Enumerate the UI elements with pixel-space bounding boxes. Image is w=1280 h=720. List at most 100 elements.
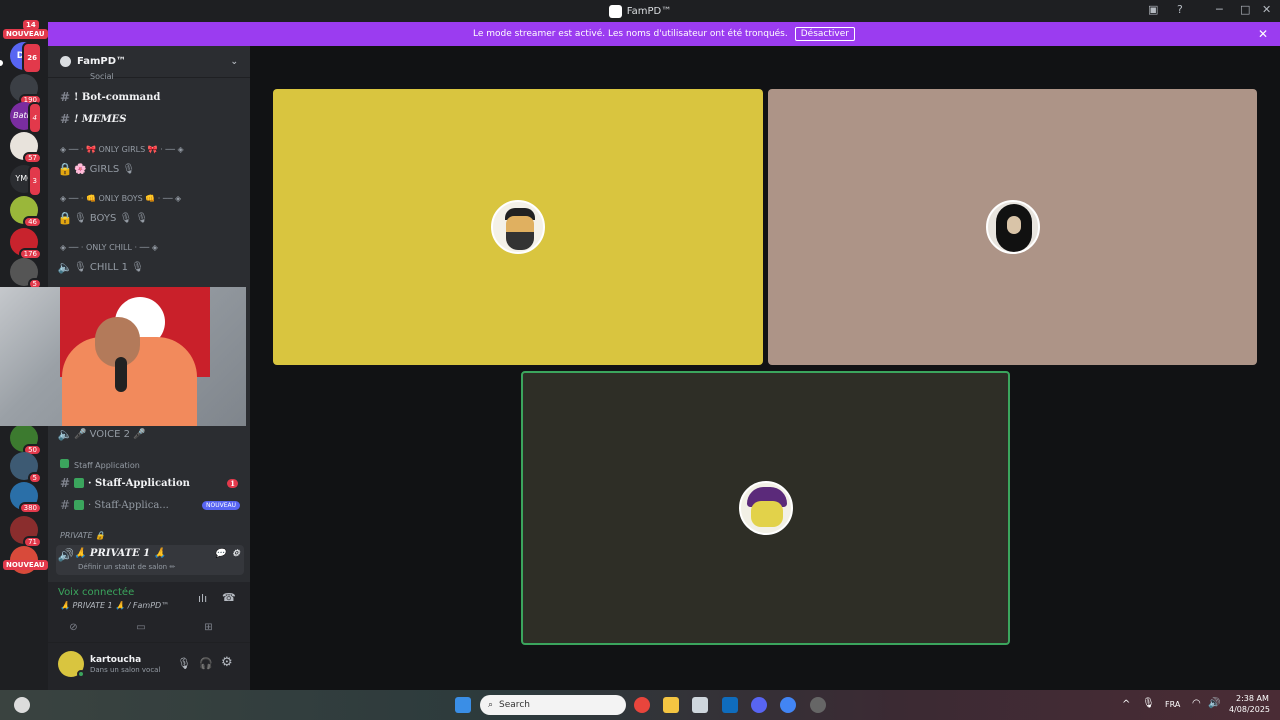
headphones-icon[interactable]: 🎧	[199, 657, 213, 670]
banner-message: Le mode streamer est activé. Les noms d'…	[473, 29, 788, 39]
chevron-down-icon[interactable]: ⌄	[230, 57, 238, 67]
nouveau-badge: NOUVEAU	[3, 29, 48, 39]
streamer-mode-banner: Le mode streamer est activé. Les noms d'…	[48, 22, 1280, 46]
user-status: Dans un salon vocal	[90, 666, 161, 674]
server-icon-ymc[interactable]: YMC 3	[10, 165, 42, 197]
app-logo-icon	[608, 4, 622, 18]
category-only-chill[interactable]: ◈ ── · ONLY CHILL · ── ◈	[60, 243, 158, 252]
participant-tile-3-speaking[interactable]	[521, 371, 1010, 645]
voice-channel-path[interactable]: 🙏 PRIVATE 1 🙏 / FamPD™	[60, 601, 169, 610]
chevron-up-icon[interactable]: ^	[1122, 699, 1130, 710]
microphone-icon[interactable]: 🎙	[177, 657, 191, 670]
server-icon-2[interactable]: 190	[10, 74, 42, 106]
guild-icon	[60, 56, 71, 67]
channel-voice-2[interactable]: 🔈 🎤 VOICE 2 🎤	[56, 424, 244, 444]
widgets-icon[interactable]	[14, 697, 30, 713]
tray-microphone-icon[interactable]: 🎙	[1142, 698, 1155, 709]
server-icon-9[interactable]: 50	[10, 424, 42, 456]
title-bar: FamPD™ ▣ ? ─ □ ✕	[0, 0, 1280, 22]
server-icon-7[interactable]: 176	[10, 228, 42, 260]
speaker-icon: 🔈	[57, 260, 73, 274]
server-icon-dr[interactable]: DR26	[10, 42, 42, 74]
disable-streamer-button[interactable]: Désactiver	[794, 27, 855, 41]
guild-name: FamPD™	[77, 56, 127, 67]
server-icon-11[interactable]: 380	[10, 482, 42, 514]
server-icon-4[interactable]: 57	[10, 132, 42, 164]
inbox-icon[interactable]: ▣	[1148, 3, 1158, 16]
lock-icon: 🔒	[57, 162, 73, 176]
wifi-icon[interactable]: ◠	[1192, 698, 1201, 709]
disconnect-icon[interactable]: ☎	[222, 591, 236, 604]
search-icon: ⌕	[488, 700, 494, 710]
category-only-boys[interactable]: ◈ ── · 👊 ONLY BOYS 👊 · ── ◈	[60, 194, 181, 203]
add-member-icon: ⚙	[231, 549, 240, 559]
microphone-image	[115, 357, 127, 392]
voice-connected-status: Voix connectée	[58, 587, 135, 598]
category-social[interactable]: Social	[90, 72, 114, 81]
channel-chill-1[interactable]: 🔈 🎙 CHILL 1 🎙	[56, 257, 244, 277]
participant-tile-2[interactable]	[768, 89, 1257, 365]
file-explorer-icon[interactable]	[663, 697, 679, 713]
online-status-dot	[77, 670, 85, 678]
category-only-girls[interactable]: ◈ ── · 🎀 ONLY GIRLS 🎀 · ── ◈	[60, 145, 184, 154]
webcam-overlay	[0, 287, 246, 426]
server-icon-batra[interactable]: Batra 4	[10, 102, 42, 134]
volume-icon[interactable]: 🔊	[1208, 698, 1220, 709]
lock-icon: 🔒	[57, 211, 73, 225]
channel-staff-application-2[interactable]: # · Staff-Applica... NOUVEAU	[56, 495, 244, 515]
channel-boys[interactable]: 🔒 🎙 BOYS 🎙 🎙	[56, 208, 244, 228]
store-icon[interactable]	[692, 697, 708, 713]
steam-icon[interactable]	[810, 697, 826, 713]
chrome-icon[interactable]	[634, 697, 650, 713]
bearded-man-avatar	[491, 200, 545, 254]
clock-date[interactable]: 4/08/2025	[1229, 705, 1270, 714]
channel-memes[interactable]: #! MEMES	[56, 109, 244, 129]
screen-share-icon[interactable]: ▭	[136, 622, 145, 633]
channel-bot-command[interactable]: #! Bot-command	[56, 87, 244, 107]
window-title: FamPD™	[626, 5, 672, 17]
activity-icon[interactable]: ⊞	[204, 622, 212, 633]
chat-icon: 💬	[214, 549, 226, 559]
minimize-button[interactable]: ─	[1216, 3, 1223, 16]
participant-tile-1[interactable]	[273, 89, 763, 365]
voice-status-panel: Voix connectée 🙏 PRIVATE 1 🙏 / FamPD™ ıl…	[48, 582, 250, 642]
channel-staff-application[interactable]: # · Staff-Application 1	[56, 473, 244, 493]
hash-icon: #	[59, 112, 71, 126]
maximize-button[interactable]: □	[1240, 3, 1250, 16]
outlook-icon[interactable]	[722, 697, 738, 713]
speaker-icon: 🔊	[57, 548, 73, 562]
nouveau-badge-bottom: NOUVEAU	[3, 560, 48, 570]
chrome-active-icon[interactable]	[780, 697, 796, 713]
gear-icon[interactable]: ⚙	[221, 655, 233, 670]
username: kartoucha	[90, 655, 142, 665]
category-staff-application[interactable]: Staff Application	[60, 459, 140, 470]
camera-off-icon[interactable]: ⊘	[69, 622, 77, 633]
user-panel: kartoucha Dans un salon vocal 🎙 🎧 ⚙	[48, 642, 250, 690]
channel-girls[interactable]: 🔒 🌸 GIRLS 🎙	[56, 159, 244, 179]
windows-start-icon[interactable]	[455, 697, 471, 713]
noise-suppression-icon[interactable]: ılı	[198, 592, 207, 605]
language-indicator[interactable]: FRA	[1165, 700, 1180, 709]
taskbar-search[interactable]: ⌕ Search	[480, 695, 626, 715]
hash-icon: #	[59, 498, 71, 512]
speaker-icon: 🔈	[57, 427, 73, 441]
channel-status: Définir un statut de salon ✏	[78, 563, 176, 571]
unread-badge: 1	[227, 478, 238, 488]
guild-header[interactable]: FamPD™ ⌄	[48, 46, 250, 78]
close-window-button[interactable]: ✕	[1262, 3, 1271, 16]
hash-icon: #	[59, 476, 71, 490]
category-private[interactable]: PRIVATE 🔒	[60, 531, 105, 540]
server-icon-8[interactable]: 5	[10, 258, 42, 290]
help-icon[interactable]: ?	[1177, 3, 1183, 16]
cartoon-cat-avatar	[738, 481, 793, 535]
clock-time[interactable]: 2:38 AM	[1236, 694, 1269, 703]
channel-private-1[interactable]: 🔊 🙏 PRIVATE 1 🙏 Définir un statut de salo…	[56, 545, 244, 575]
hash-icon: #	[59, 90, 71, 104]
server-icon-10[interactable]: 5	[10, 452, 42, 484]
server-icon-12[interactable]: 71	[10, 516, 42, 548]
singer-avatar	[985, 200, 1040, 254]
server-icon-6[interactable]: 46	[10, 196, 42, 228]
windows-taskbar: ⌕ Search ^ 🎙 FRA ◠ 🔊 2:38 AM 4/08/2025	[0, 690, 1280, 720]
discord-icon[interactable]	[751, 697, 767, 713]
close-icon[interactable]: ✕	[1258, 27, 1268, 41]
